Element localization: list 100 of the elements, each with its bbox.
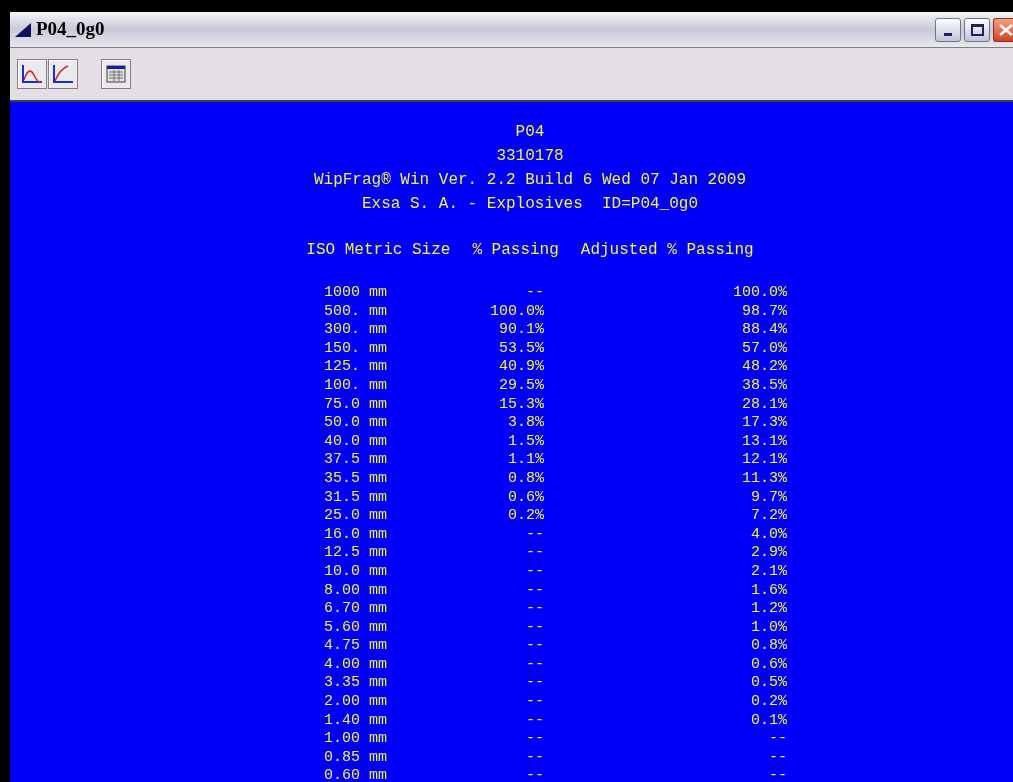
adjusted-passing-cell-text: 0.6% — [750, 655, 787, 675]
close-icon — [997, 22, 1013, 37]
cumulative-chart-button[interactable] — [48, 59, 78, 89]
size-cell-text: 50.0 mm — [324, 414, 388, 433]
report-header-line: Exsa S. A. - Explosives ID=P04_0g0 — [361, 194, 699, 215]
adjusted-passing-cell-text: 1.0% — [750, 618, 787, 638]
passing-cell-text: 53.5% — [498, 339, 544, 359]
size-cell-text: 3.35 mm — [324, 674, 388, 694]
report-header-line: WipFrag® Win Ver. 2.2 Build 6 Wed 07 Jan 2009 — [313, 170, 747, 191]
size-cell-text: 12.5 mm — [324, 544, 388, 563]
adjusted-passing-cell-text: 4.0% — [750, 525, 787, 545]
passing-cell-text: -- — [525, 544, 544, 563]
close-button[interactable] — [993, 17, 1013, 42]
passing-cell-text: 1.5% — [507, 432, 544, 452]
maximize-icon — [970, 23, 984, 36]
passing-cell-text: -- — [525, 693, 544, 712]
size-cell-text: 500. mm — [324, 302, 388, 322]
adjusted-passing-cell-text: 7.2% — [750, 507, 787, 526]
passing-cell-text: -- — [525, 748, 544, 768]
adjusted-passing-cell-text: 11.3% — [741, 469, 787, 489]
passing-cell-text: 0.8% — [507, 469, 544, 489]
size-cell-text: 25.0 mm — [324, 507, 388, 526]
size-cell-text: 0.60 mm — [324, 767, 388, 782]
passing-cell-text: 3.8% — [507, 414, 544, 433]
adjusted-passing-cell-text: 48.2% — [741, 358, 787, 377]
column-header: % Passing — [472, 240, 559, 261]
passing-cell-text: 1.1% — [507, 451, 544, 470]
rising-curve-icon — [51, 63, 75, 85]
minimize-icon — [944, 32, 952, 36]
adjusted-passing-cell-text: 0.1% — [750, 711, 787, 731]
size-cell-text: 1000 mm — [324, 284, 388, 303]
passing-cell-text: 0.2% — [507, 507, 544, 526]
size-cell-text: 2.00 mm — [324, 693, 388, 712]
size-cell-text: 5.60 mm — [324, 618, 388, 638]
window-title: P04_0g0 — [36, 17, 105, 42]
passing-cell-text: -- — [525, 637, 544, 656]
passing-cell-text: 29.5% — [498, 376, 544, 396]
adjusted-passing-cell-text: 17.3% — [741, 414, 787, 433]
size-cell-text: 8.00 mm — [324, 581, 388, 601]
passing-cell-text: 15.3% — [498, 395, 544, 415]
minimize-button[interactable] — [935, 17, 961, 42]
adjusted-passing-cell-text: 2.1% — [750, 562, 787, 582]
maximize-button[interactable] — [964, 17, 990, 42]
report-header-line: P04 — [515, 122, 545, 143]
size-cell-text: 1.00 mm — [324, 730, 388, 749]
adjusted-passing-cell-text: 98.7% — [741, 302, 787, 322]
adjusted-passing-cell-text: -- — [768, 748, 787, 768]
size-cell-text: 40.0 mm — [324, 432, 388, 452]
size-cell-text: 35.5 mm — [324, 469, 388, 489]
passing-cell-text: 90.1% — [498, 321, 544, 340]
adjusted-passing-cell-text: 0.5% — [750, 674, 787, 694]
size-cell-text: 6.70 mm — [324, 600, 388, 619]
passing-cell-text: -- — [525, 767, 544, 782]
passing-cell-text: -- — [525, 730, 544, 749]
size-cell-text: 125. mm — [324, 358, 388, 377]
passing-cell-text: 40.9% — [498, 358, 544, 377]
adjusted-passing-cell-text: 1.2% — [750, 600, 787, 619]
table-icon — [106, 65, 126, 83]
passing-cell-text: -- — [525, 618, 544, 638]
size-cell-text: 300. mm — [324, 321, 388, 340]
passing-cell-text: -- — [525, 711, 544, 731]
adjusted-passing-cell-text: 1.6% — [750, 581, 787, 601]
passing-cell-text: -- — [525, 600, 544, 619]
passing-cell-text: -- — [525, 284, 544, 303]
size-cell-text: 31.5 mm — [324, 488, 388, 508]
adjusted-passing-cell-text: 9.7% — [750, 488, 787, 508]
adjusted-passing-cell-text: 13.1% — [741, 432, 787, 452]
size-cell-text: 1.40 mm — [324, 711, 388, 731]
adjusted-passing-cell-text: 100.0% — [732, 284, 787, 303]
passing-cell-text: -- — [525, 655, 544, 675]
passing-cell-text: -- — [525, 581, 544, 601]
passing-cell-text: -- — [525, 674, 544, 694]
size-cell-text: 4.00 mm — [324, 655, 388, 675]
size-cell-text: 10.0 mm — [324, 562, 388, 582]
size-cell-text: 37.5 mm — [324, 451, 388, 470]
size-cell-text: 100. mm — [324, 376, 388, 396]
distribution-chart-button[interactable] — [17, 59, 47, 89]
passing-cell-text: -- — [525, 562, 544, 582]
column-header: Adjusted % Passing — [580, 240, 754, 261]
adjusted-passing-cell-text: 28.1% — [741, 395, 787, 415]
adjusted-passing-cell-text: 57.0% — [741, 339, 787, 359]
table-button[interactable] — [101, 59, 131, 89]
passing-cell-text: 100.0% — [489, 302, 544, 322]
size-cell-text: 150. mm — [324, 339, 388, 359]
curve-chart-icon — [20, 63, 44, 85]
adjusted-passing-cell-text: 38.5% — [741, 376, 787, 396]
adjusted-passing-cell-text: 0.8% — [750, 637, 787, 656]
column-header: ISO Metric Size — [306, 240, 451, 261]
adjusted-passing-cell-text: 2.9% — [750, 544, 787, 563]
adjusted-passing-cell-text: 0.2% — [750, 693, 787, 712]
app-icon — [14, 21, 32, 38]
adjusted-passing-cell-text: 88.4% — [741, 321, 787, 340]
adjusted-passing-cell-text: -- — [768, 730, 787, 749]
passing-cell-text: 0.6% — [507, 488, 544, 508]
adjusted-passing-cell-text: 12.1% — [741, 451, 787, 470]
size-cell-text: 75.0 mm — [324, 395, 388, 415]
size-cell-text: 0.85 mm — [324, 748, 388, 768]
passing-cell-text: -- — [525, 525, 544, 545]
adjusted-passing-cell-text: -- — [768, 767, 787, 782]
size-cell-text: 16.0 mm — [324, 525, 388, 545]
